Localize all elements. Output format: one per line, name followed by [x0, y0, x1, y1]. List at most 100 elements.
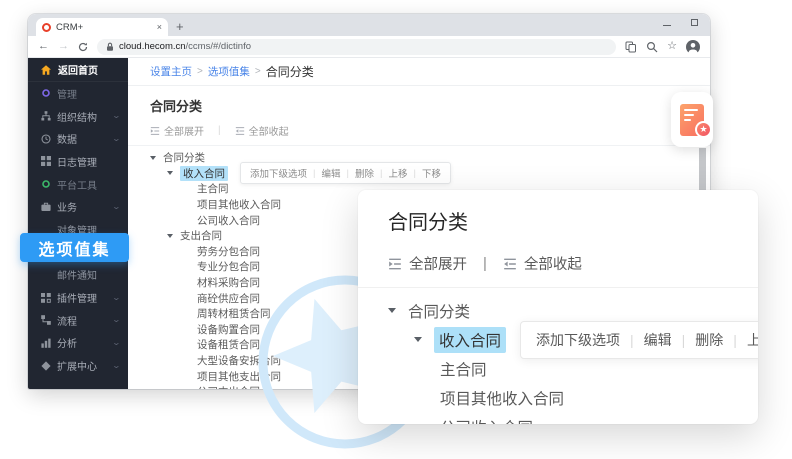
- back-icon[interactable]: ←: [38, 41, 49, 52]
- tree-node-label[interactable]: 收入合同: [434, 327, 506, 353]
- sidebar-item-业务[interactable]: 业务⌄: [28, 195, 128, 218]
- tree-node-label[interactable]: 项目其他收入合同: [197, 197, 281, 212]
- refresh-icon[interactable]: [78, 42, 88, 52]
- sidebar-item-label: 流程: [57, 313, 77, 328]
- expand-all-button[interactable]: 全部展开: [150, 123, 204, 138]
- tree-caret-box[interactable]: [167, 234, 180, 238]
- tree-node-label[interactable]: 项目其他收入合同: [440, 387, 564, 409]
- toolbar-separator: |: [218, 125, 221, 136]
- window-restore-button[interactable]: [691, 19, 698, 26]
- briefcase-icon: [41, 202, 51, 212]
- sidebar-callout-option-value-set[interactable]: 选项值集: [20, 233, 129, 262]
- tree-node-label[interactable]: 支出合同: [180, 228, 222, 243]
- address-bar-actions: ☆: [625, 40, 700, 54]
- action-上移[interactable]: 上移: [388, 166, 407, 180]
- node-action-bar: 添加下级选项|编辑|删除|上移|下移: [240, 162, 451, 184]
- action-上移[interactable]: 上移: [747, 330, 758, 350]
- sidebar-menu: 管理组织结构⌄数据⌄日志管理平台工具业务⌄对象管理选项值集邮件通知插件管理⌄流程…: [28, 82, 128, 377]
- profile-avatar[interactable]: [686, 40, 700, 54]
- tree-caret-box[interactable]: [414, 337, 434, 342]
- tree-node[interactable]: 项目其他收入合同: [388, 383, 758, 412]
- sidebar-item-label: 日志管理: [57, 154, 97, 169]
- clock-icon: [41, 134, 51, 144]
- org-icon: [41, 111, 51, 121]
- tree-node-label[interactable]: 设备租赁合同: [197, 337, 260, 352]
- tree-node-label[interactable]: 商砼供应合同: [197, 291, 260, 306]
- action-编辑[interactable]: 编辑: [644, 330, 672, 350]
- action-下移[interactable]: 下移: [422, 166, 441, 180]
- chevron-down-icon: ⌄: [112, 362, 121, 370]
- sidebar-item-数据[interactable]: 数据⌄: [28, 127, 128, 150]
- collapse-all-button[interactable]: 全部收起: [235, 123, 289, 138]
- tree-node-label[interactable]: 劳务分包合同: [197, 244, 260, 259]
- chevron-down-icon: ⌄: [112, 112, 121, 120]
- sidebar-item-分析[interactable]: 分析⌄: [28, 332, 128, 355]
- browser-tab[interactable]: CRM+ ×: [36, 18, 168, 36]
- overlay-expand-all-label: 全部展开: [409, 253, 467, 274]
- sidebar-item-label: 扩展中心: [57, 358, 97, 373]
- action-添加下级选项[interactable]: 添加下级选项: [250, 166, 307, 180]
- action-删除[interactable]: 删除: [355, 166, 374, 180]
- sidebar-item-label: 插件管理: [57, 290, 97, 305]
- tree-node-label[interactable]: 公司收入合同: [197, 213, 260, 228]
- tree-node-label[interactable]: 设备购置合同: [197, 322, 260, 337]
- url-bar[interactable]: cloud.hecom.cn/ccms/#/dictinfo: [97, 39, 616, 55]
- tree-caret-box[interactable]: [167, 171, 180, 175]
- address-bar: ← → cloud.hecom.cn/ccms/#/dictinfo: [28, 36, 710, 58]
- tree-node-label[interactable]: 收入合同: [180, 166, 228, 181]
- tree-node-label[interactable]: 材料采购合同: [197, 275, 260, 290]
- forward-icon[interactable]: →: [58, 41, 69, 52]
- tree-node-label[interactable]: 专业分包合同: [197, 259, 260, 274]
- action-添加下级选项[interactable]: 添加下级选项: [536, 330, 620, 350]
- tree-node-label[interactable]: 主合同: [197, 181, 229, 196]
- action-删除[interactable]: 删除: [695, 330, 723, 350]
- window-controls: [663, 19, 698, 26]
- sidebar-item-label: 数据: [57, 131, 77, 146]
- overlay-collapse-all-button[interactable]: 全部收起: [503, 253, 582, 274]
- tree-node-label[interactable]: 合同分类: [408, 300, 470, 322]
- doc-star-badge: ★: [671, 92, 713, 147]
- action-separator: |: [630, 332, 634, 348]
- tree-node[interactable]: 公司收入合同: [388, 412, 758, 424]
- expand-icon: [41, 361, 51, 371]
- sidebar-item-管理[interactable]: 管理: [28, 82, 128, 105]
- tree-node[interactable]: 收入合同添加下级选项|编辑|删除|上移|下移: [388, 325, 758, 354]
- bookmark-star-icon[interactable]: ☆: [667, 41, 677, 52]
- sidebar-item-平台工具[interactable]: 平台工具: [28, 173, 128, 196]
- tree-node-label[interactable]: 大型设备安拆合同: [197, 353, 281, 368]
- breadcrumb-link[interactable]: 选项值集: [208, 64, 250, 79]
- overlay-expand-all-button[interactable]: 全部展开: [388, 253, 467, 274]
- chevron-down-icon: ⌄: [112, 203, 121, 211]
- tree-caret-box[interactable]: [150, 156, 163, 160]
- sidebar-item-邮件通知[interactable]: 邮件通知: [28, 264, 128, 287]
- sidebar-item-流程[interactable]: 流程 ⌄: [28, 309, 128, 332]
- tree-node-label[interactable]: 项目其他支出合同: [197, 369, 281, 384]
- sidebar-item-日志管理[interactable]: 日志管理: [28, 150, 128, 173]
- overlay-toolbar-separator: |: [483, 255, 487, 272]
- pages-extension-icon[interactable]: [625, 41, 637, 53]
- action-separator: |: [313, 168, 315, 179]
- action-编辑[interactable]: 编辑: [321, 166, 340, 180]
- tree-caret-box[interactable]: [388, 308, 408, 313]
- sidebar-item-home[interactable]: 返回首页: [28, 58, 128, 82]
- window-minimize-button[interactable]: [663, 25, 671, 26]
- sidebar-item-插件管理[interactable]: 插件管理⌄: [28, 286, 128, 309]
- overlay-toolbar: 全部展开 | 全部收起: [388, 253, 758, 274]
- sidebar-item-扩展中心[interactable]: 扩展中心 ⌄: [28, 354, 128, 377]
- zoom-icon[interactable]: [646, 41, 658, 53]
- caret-down-icon: [388, 308, 396, 313]
- action-separator: |: [413, 168, 415, 179]
- tree-node-label[interactable]: 合同分类: [163, 150, 205, 165]
- tree-node-label[interactable]: 主合同: [440, 358, 487, 380]
- tree-node-label[interactable]: 公司支出合同: [197, 384, 260, 389]
- chevron-down-icon: ⌄: [112, 316, 121, 324]
- breadcrumb-link[interactable]: 设置主页: [150, 64, 192, 79]
- tab-close-icon[interactable]: ×: [157, 23, 162, 32]
- tree-node[interactable]: 收入合同添加下级选项|编辑|删除|上移|下移: [150, 166, 710, 182]
- tree-node-label[interactable]: 周转材租赁合同: [197, 306, 271, 321]
- new-tab-button[interactable]: +: [176, 20, 184, 33]
- tree-node-label[interactable]: 公司收入合同: [440, 416, 533, 425]
- tab-title: CRM+: [56, 22, 152, 33]
- sidebar-item-组织结构[interactable]: 组织结构⌄: [28, 105, 128, 128]
- sidebar-item-label: 管理: [57, 86, 77, 101]
